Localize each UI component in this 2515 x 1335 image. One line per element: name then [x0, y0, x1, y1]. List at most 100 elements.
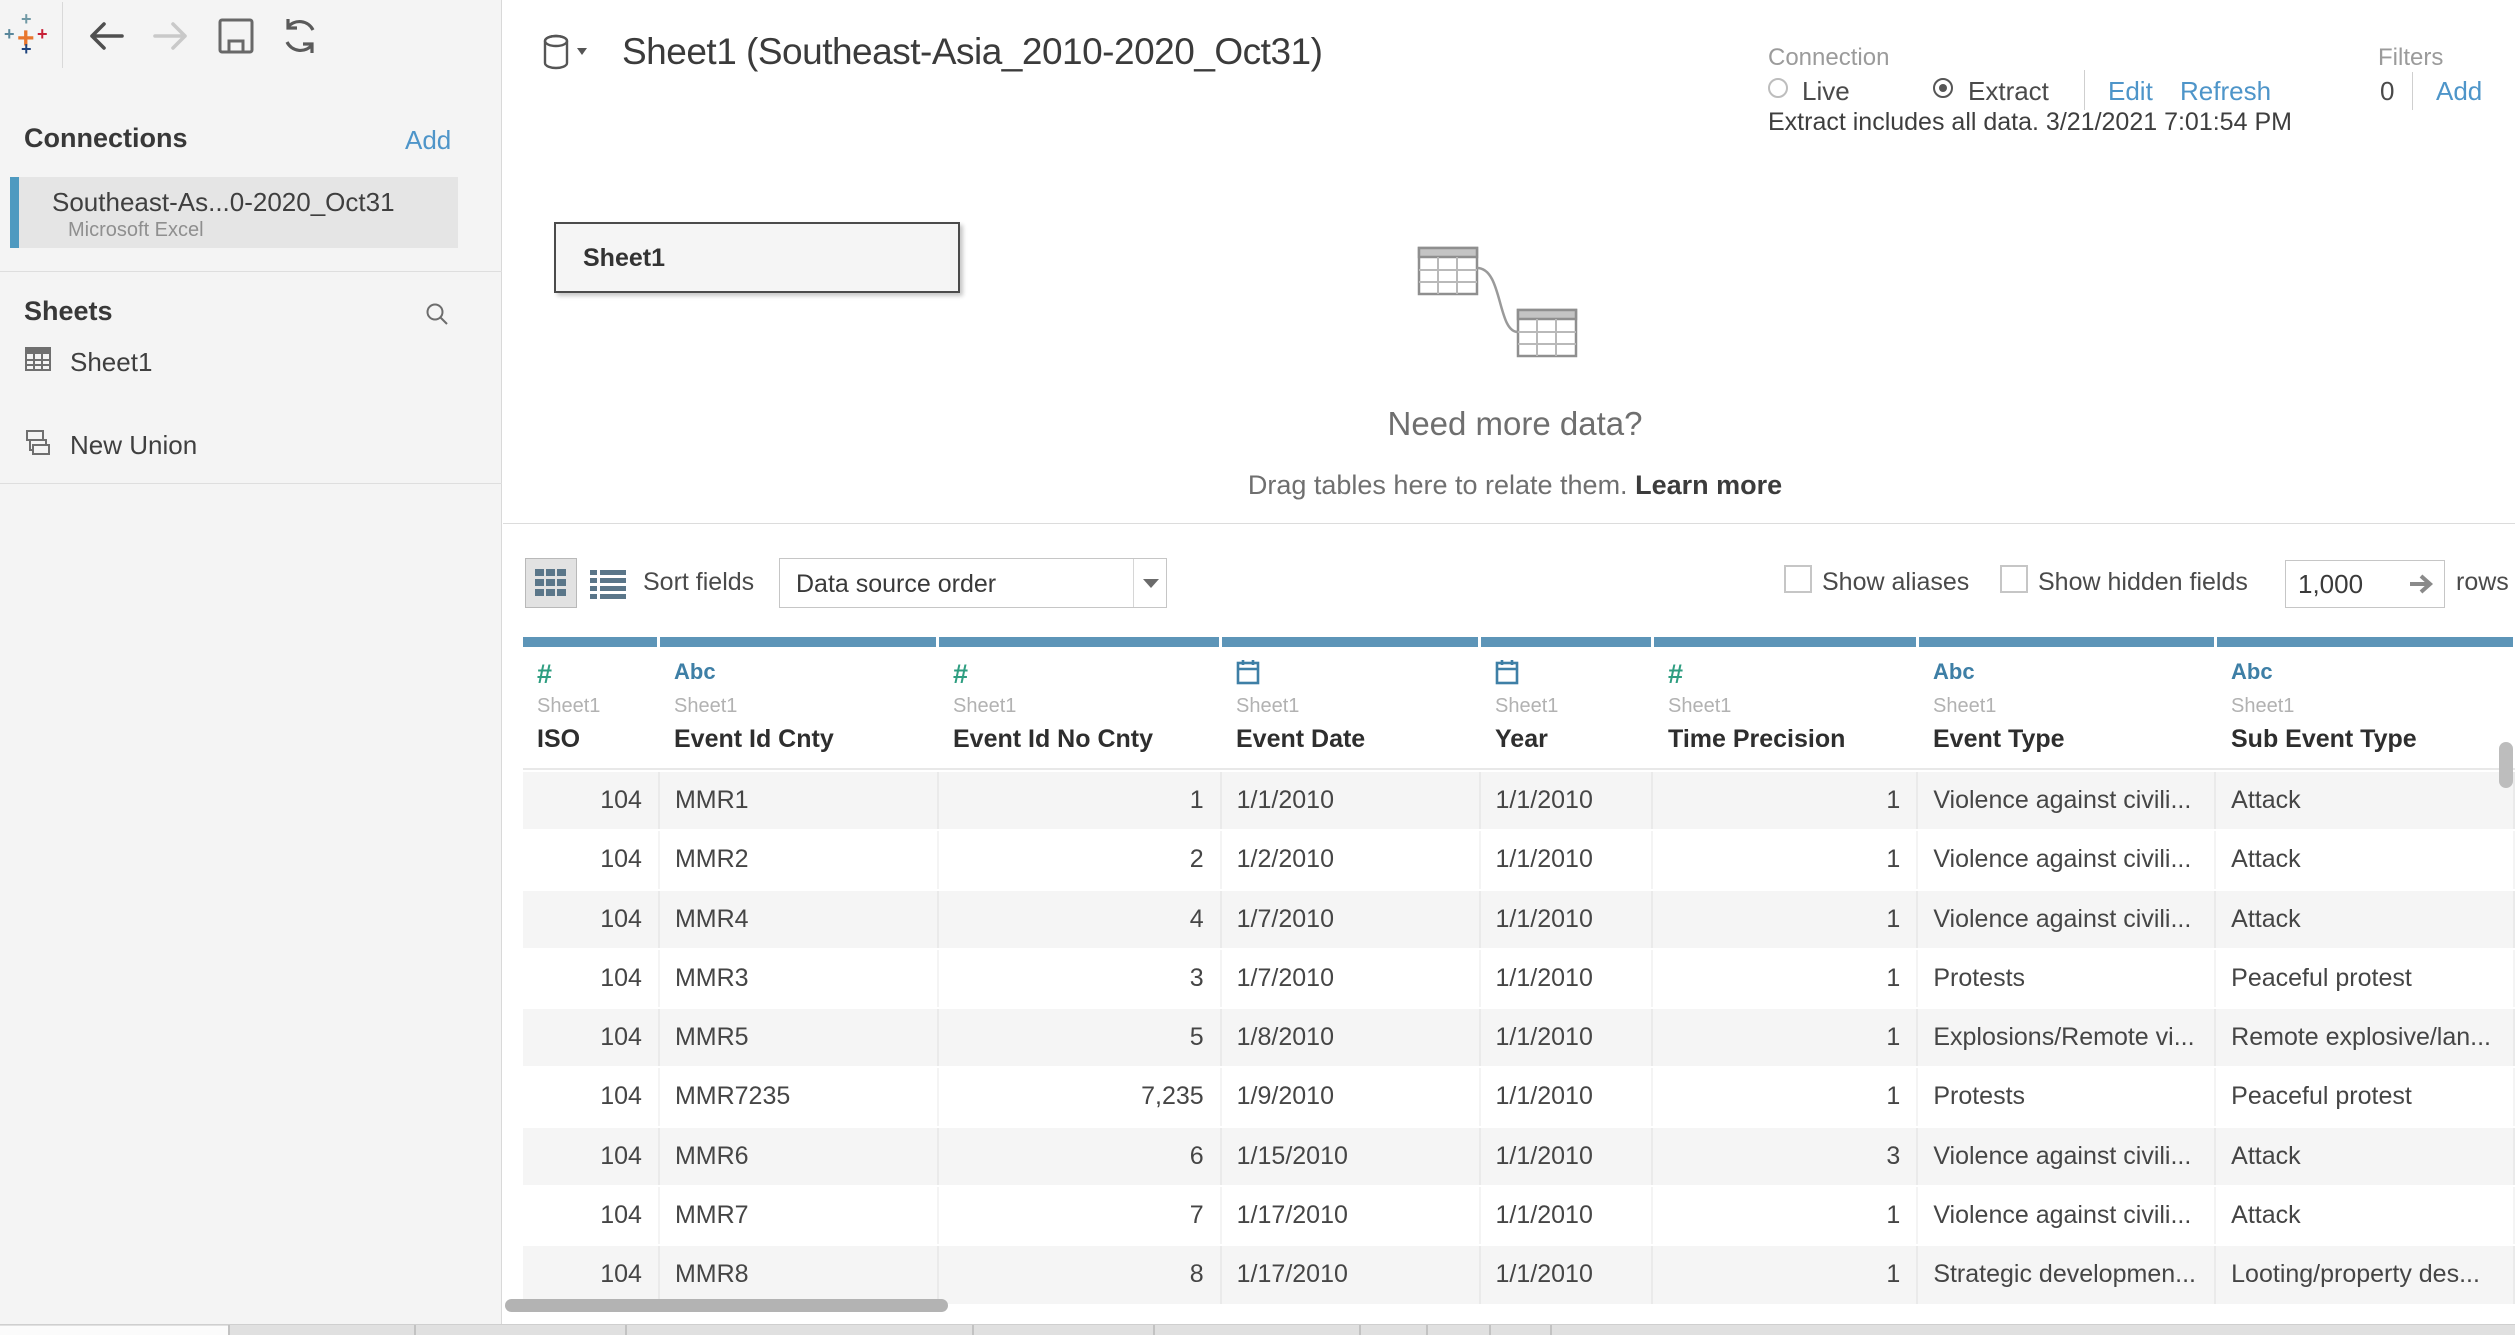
connections-header: Connections: [24, 123, 188, 154]
column-accent-bar: [939, 637, 1219, 647]
datasource-icon[interactable]: [541, 34, 593, 72]
refresh-icon[interactable]: [278, 14, 322, 58]
column-header-event-id-no-cnty[interactable]: #Sheet1Event Id No Cnty: [939, 637, 1222, 770]
column-source-label: Sheet1: [1668, 695, 1731, 718]
connection-item[interactable]: Southeast-As...0-2020_Oct31 Microsoft Ex…: [10, 177, 458, 248]
bottom-strip-tick: [625, 1325, 627, 1335]
extract-radio-label[interactable]: Extract: [1968, 76, 2049, 107]
column-header-time-precision[interactable]: # Sheet1 Time Precision: [1654, 637, 1919, 770]
column-header-sub-event-type[interactable]: AbcSheet1Sub Event Type: [2217, 637, 2515, 770]
cell: Violence against civili...: [1918, 831, 2216, 888]
table-row: 104MMR881/17/20101/1/20101Strategic deve…: [523, 1246, 2515, 1305]
cell: 3: [1653, 1128, 1918, 1185]
column-accent-bar: [660, 637, 936, 647]
live-radio[interactable]: [1768, 78, 1788, 98]
row-count-input[interactable]: [2298, 567, 2393, 601]
need-more-data-title: Need more data?: [1265, 405, 1765, 443]
vertical-scrollbar-thumb[interactable]: [2499, 742, 2513, 788]
cell: 104: [523, 1068, 660, 1125]
cell: Protests: [1918, 1068, 2216, 1125]
edit-extract-link[interactable]: Edit: [2108, 76, 2153, 107]
cell: 7,235: [939, 1068, 1222, 1125]
column-source-label: Sheet1: [2231, 695, 2294, 718]
cell: 1/1/2010: [1481, 1009, 1654, 1066]
cell: Strategic developmen...: [1918, 1246, 2216, 1303]
cell: 1: [1653, 1068, 1918, 1125]
cell: Peaceful protest: [2216, 1068, 2515, 1125]
show-aliases-checkbox[interactable]: [1784, 565, 1812, 593]
table-row: 104MMR221/2/20101/1/20101Violence agains…: [523, 831, 2515, 890]
extract-radio[interactable]: [1933, 78, 1953, 98]
column-source-label: Sheet1: [1933, 695, 1996, 718]
sidebar-item-new-union[interactable]: New Union: [0, 424, 502, 468]
add-filter-link[interactable]: Add: [2436, 76, 2482, 107]
cell: 2: [939, 831, 1222, 888]
column-source-label: Sheet1: [1495, 695, 1558, 718]
number-type-icon: #: [1668, 659, 1683, 689]
sort-order-dropdown[interactable]: Data source order: [779, 558, 1167, 608]
cell: 1: [939, 772, 1222, 829]
grid-column-headers: #Sheet1ISOAbcSheet1Event Id Cnty#Sheet1E…: [523, 637, 2515, 770]
save-icon[interactable]: [214, 14, 258, 58]
new-union-label: New Union: [70, 430, 197, 461]
filters-count: 0: [2380, 76, 2394, 107]
cell: 1/17/2010: [1222, 1187, 1481, 1244]
cell: 1/7/2010: [1222, 891, 1481, 948]
column-name: Time Precision: [1668, 725, 1845, 754]
cell: MMR7: [660, 1187, 939, 1244]
horizontal-scrollbar-thumb[interactable]: [505, 1299, 948, 1312]
canvas-table-node-sheet1[interactable]: Sheet1: [554, 222, 960, 293]
cell: 1: [1653, 831, 1918, 888]
forward-arrow-icon[interactable]: [149, 14, 193, 58]
refresh-extract-link[interactable]: Refresh: [2180, 76, 2271, 107]
top-toolbar: + + + + +: [0, 0, 502, 88]
header-divider: [2084, 70, 2085, 110]
column-header-year[interactable]: Sheet1Year: [1481, 637, 1654, 770]
column-name: Event Id Cnty: [674, 725, 834, 754]
sheets-header: Sheets: [24, 296, 113, 327]
apply-row-count-icon[interactable]: [2408, 571, 2436, 597]
cell: Violence against civili...: [1918, 1187, 2216, 1244]
metadata-view-button[interactable]: [588, 565, 628, 603]
show-hidden-fields-label[interactable]: Show hidden fields: [2038, 568, 2248, 597]
column-header-event-id-cnty[interactable]: AbcSheet1Event Id Cnty: [660, 637, 939, 770]
column-header-event-date[interactable]: Sheet1Event Date: [1222, 637, 1481, 770]
cell: 1/2/2010: [1222, 831, 1481, 888]
add-connection-link[interactable]: Add: [405, 125, 451, 156]
show-hidden-fields-checkbox[interactable]: [2000, 565, 2028, 593]
show-aliases-label[interactable]: Show aliases: [1822, 568, 1969, 597]
back-arrow-icon[interactable]: [84, 14, 128, 58]
sidebar-item-sheet1[interactable]: Sheet1: [0, 341, 502, 385]
date-type-icon: [1236, 659, 1260, 685]
sheet-item-label: Sheet1: [70, 347, 152, 378]
grid-header-underline: [523, 768, 2515, 770]
cell: 8: [939, 1246, 1222, 1303]
table-row: 104MMR111/1/20101/1/20101Violence agains…: [523, 772, 2515, 831]
bottom-strip-segment: [0, 1326, 228, 1335]
cell: 1/1/2010: [1481, 950, 1654, 1007]
cell: 1: [1653, 1246, 1918, 1303]
learn-more-link[interactable]: Learn more: [1635, 470, 1782, 500]
search-icon[interactable]: [424, 301, 450, 327]
cell: Remote explosive/lan...: [2216, 1009, 2515, 1066]
bottom-strip-tick: [414, 1325, 416, 1335]
cell: 1: [1653, 891, 1918, 948]
cell: Attack: [2216, 1187, 2515, 1244]
column-header-iso[interactable]: #Sheet1ISO: [523, 637, 660, 770]
column-header-event-type[interactable]: AbcSheet1Event Type: [1919, 637, 2217, 770]
datasource-title: Sheet1 (Southeast-Asia_2010-2020_Oct31): [622, 31, 1322, 73]
live-radio-label[interactable]: Live: [1802, 76, 1850, 107]
sort-order-value: Data source order: [796, 570, 996, 599]
cell: MMR4: [660, 891, 939, 948]
cell: 7: [939, 1187, 1222, 1244]
cell: Peaceful protest: [2216, 950, 2515, 1007]
cell: 1/1/2010: [1481, 1068, 1654, 1125]
bottom-strip-tick: [228, 1325, 230, 1335]
cell: 6: [939, 1128, 1222, 1185]
connection-selected-accent: [10, 177, 19, 248]
grid-view-button[interactable]: [525, 558, 577, 608]
connection-type: Microsoft Excel: [68, 219, 204, 242]
column-accent-bar: [1919, 637, 2214, 647]
string-type-icon: Abc: [1933, 659, 1975, 684]
cell: 104: [523, 950, 660, 1007]
